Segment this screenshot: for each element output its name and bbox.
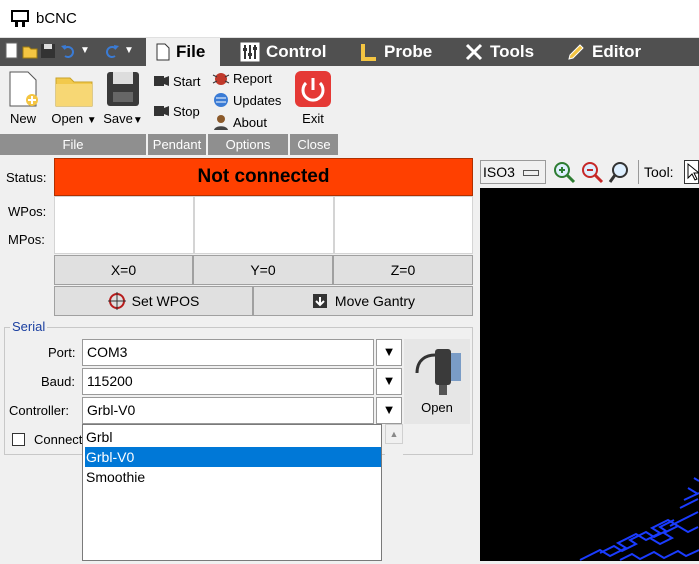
zero-y-button[interactable]: Y=0 (193, 255, 333, 285)
controller-dropdown-button[interactable]: ▼ (376, 397, 402, 424)
window-title: bCNC (36, 10, 77, 27)
redo-icon[interactable] (104, 42, 120, 60)
probe-icon (361, 44, 376, 61)
tab-probe[interactable]: Probe (360, 38, 432, 66)
status-indicator: Not connected (54, 158, 473, 196)
quick-new-icon[interactable] (4, 42, 20, 60)
title-bar: bCNC (0, 0, 699, 38)
file-icon (156, 43, 170, 61)
undo-icon[interactable] (60, 42, 76, 60)
wpos-label: WPos: (8, 204, 47, 219)
port-dropdown-button[interactable]: ▼ (376, 339, 402, 366)
bug-report-icon (212, 73, 230, 85)
new-button[interactable]: New (2, 70, 44, 132)
connect-on-startup-label: Connect on startup (34, 432, 82, 447)
group-label-file: File (0, 134, 146, 155)
status-label: Status: (6, 170, 47, 185)
mpos-label: MPos: (8, 232, 45, 247)
power-icon (295, 71, 331, 107)
controller-label: Controller: (9, 403, 69, 418)
zero-z-button[interactable]: Z=0 (333, 255, 473, 285)
tab-editor[interactable]: Editor (566, 38, 641, 66)
toolbar-separator (638, 160, 640, 184)
group-label-pendant: Pendant (148, 134, 206, 155)
pointer-tool-button[interactable] (684, 160, 699, 184)
dropdown-scroll-up-icon[interactable]: ▲ (385, 424, 403, 444)
tab-file[interactable]: File (146, 38, 220, 66)
serial-open-button[interactable]: Open (404, 339, 470, 424)
dropdown-option-smoothie[interactable]: Smoothie (85, 467, 381, 487)
globe-icon (214, 93, 228, 107)
dropdown-option-grbl-v0[interactable]: Grbl-V0 (85, 447, 381, 467)
position-y-cell (194, 196, 334, 254)
tab-control[interactable]: Control (240, 38, 326, 66)
controller-field[interactable]: Grbl-V0 (82, 397, 374, 424)
person-icon (214, 115, 228, 130)
tool-label: Tool: (644, 164, 674, 180)
dropdown-scrollbar[interactable] (385, 444, 403, 561)
pendant-start-button[interactable]: Start (152, 70, 206, 92)
port-label: Port: (48, 345, 76, 360)
dropdown-option-grbl[interactable]: Grbl (85, 427, 381, 447)
ribbon-tab-bar: ▼ ▼ File Control Probe Tools Editor (0, 38, 699, 66)
set-wpos-button[interactable]: Set WPOS (54, 286, 253, 316)
ribbon-file: New Open ▼ Save▼ File Start Stop Pendant… (0, 66, 338, 156)
chevron-down-icon: ▼ (382, 373, 396, 388)
tab-tools[interactable]: Tools (464, 38, 534, 66)
pendant-stop-button[interactable]: Stop (152, 100, 206, 122)
toolpath-drawing (579, 477, 699, 561)
tools-icon (465, 43, 483, 61)
exit-button[interactable]: Exit (290, 70, 336, 132)
zoom-fit-icon[interactable] (608, 160, 632, 184)
redo-dropdown-icon[interactable]: ▼ (124, 45, 134, 56)
open-button[interactable]: Open ▼ (48, 70, 100, 132)
quick-open-icon[interactable] (22, 42, 38, 60)
save-dropdown-icon: ▼ (132, 115, 143, 126)
crosshair-icon (107, 292, 126, 310)
controller-dropdown-list: Grbl Grbl-V0 Smoothie ▲ (82, 424, 403, 561)
save-button[interactable]: Save▼ (100, 70, 146, 132)
bcnc-app-icon (11, 10, 29, 27)
baud-label: Baud: (41, 374, 75, 389)
move-gantry-button[interactable]: Move Gantry (253, 286, 473, 316)
position-x-cell (54, 196, 194, 254)
undo-dropdown-icon[interactable]: ▼ (80, 45, 90, 56)
baud-field[interactable]: 115200 (82, 368, 374, 395)
quick-save-icon[interactable] (40, 42, 56, 60)
baud-dropdown-button[interactable]: ▼ (376, 368, 402, 395)
pendant-stop-icon (154, 106, 169, 116)
chevron-down-icon: ▼ (382, 402, 396, 417)
folder-icon (55, 77, 93, 107)
pendant-start-icon (154, 76, 169, 86)
connect-on-startup-checkbox[interactable] (12, 433, 25, 446)
gantry-icon (312, 294, 327, 308)
open-dropdown-icon: ▼ (86, 115, 97, 126)
view-selector[interactable]: ISO3 (480, 160, 546, 184)
group-label-options: Options (208, 134, 288, 155)
gcode-canvas[interactable] (480, 188, 699, 561)
editor-icon (568, 44, 584, 60)
serial-plug-icon (415, 349, 461, 395)
new-file-icon (9, 71, 38, 107)
report-button[interactable]: Report (212, 68, 288, 88)
zoom-out-icon[interactable] (580, 160, 604, 184)
pointer-icon (687, 162, 699, 181)
control-icon (240, 42, 260, 62)
zero-x-button[interactable]: X=0 (54, 255, 193, 285)
about-button[interactable]: About (212, 112, 288, 132)
view-dropdown-icon (522, 170, 539, 177)
port-field[interactable]: COM3 (82, 339, 374, 366)
updates-button[interactable]: Updates (212, 90, 288, 110)
serial-title: Serial (10, 319, 48, 334)
chevron-down-icon: ▼ (382, 344, 396, 359)
position-z-cell (334, 196, 473, 254)
save-icon (107, 72, 139, 106)
zoom-in-icon[interactable] (552, 160, 576, 184)
group-label-close: Close (290, 134, 338, 155)
